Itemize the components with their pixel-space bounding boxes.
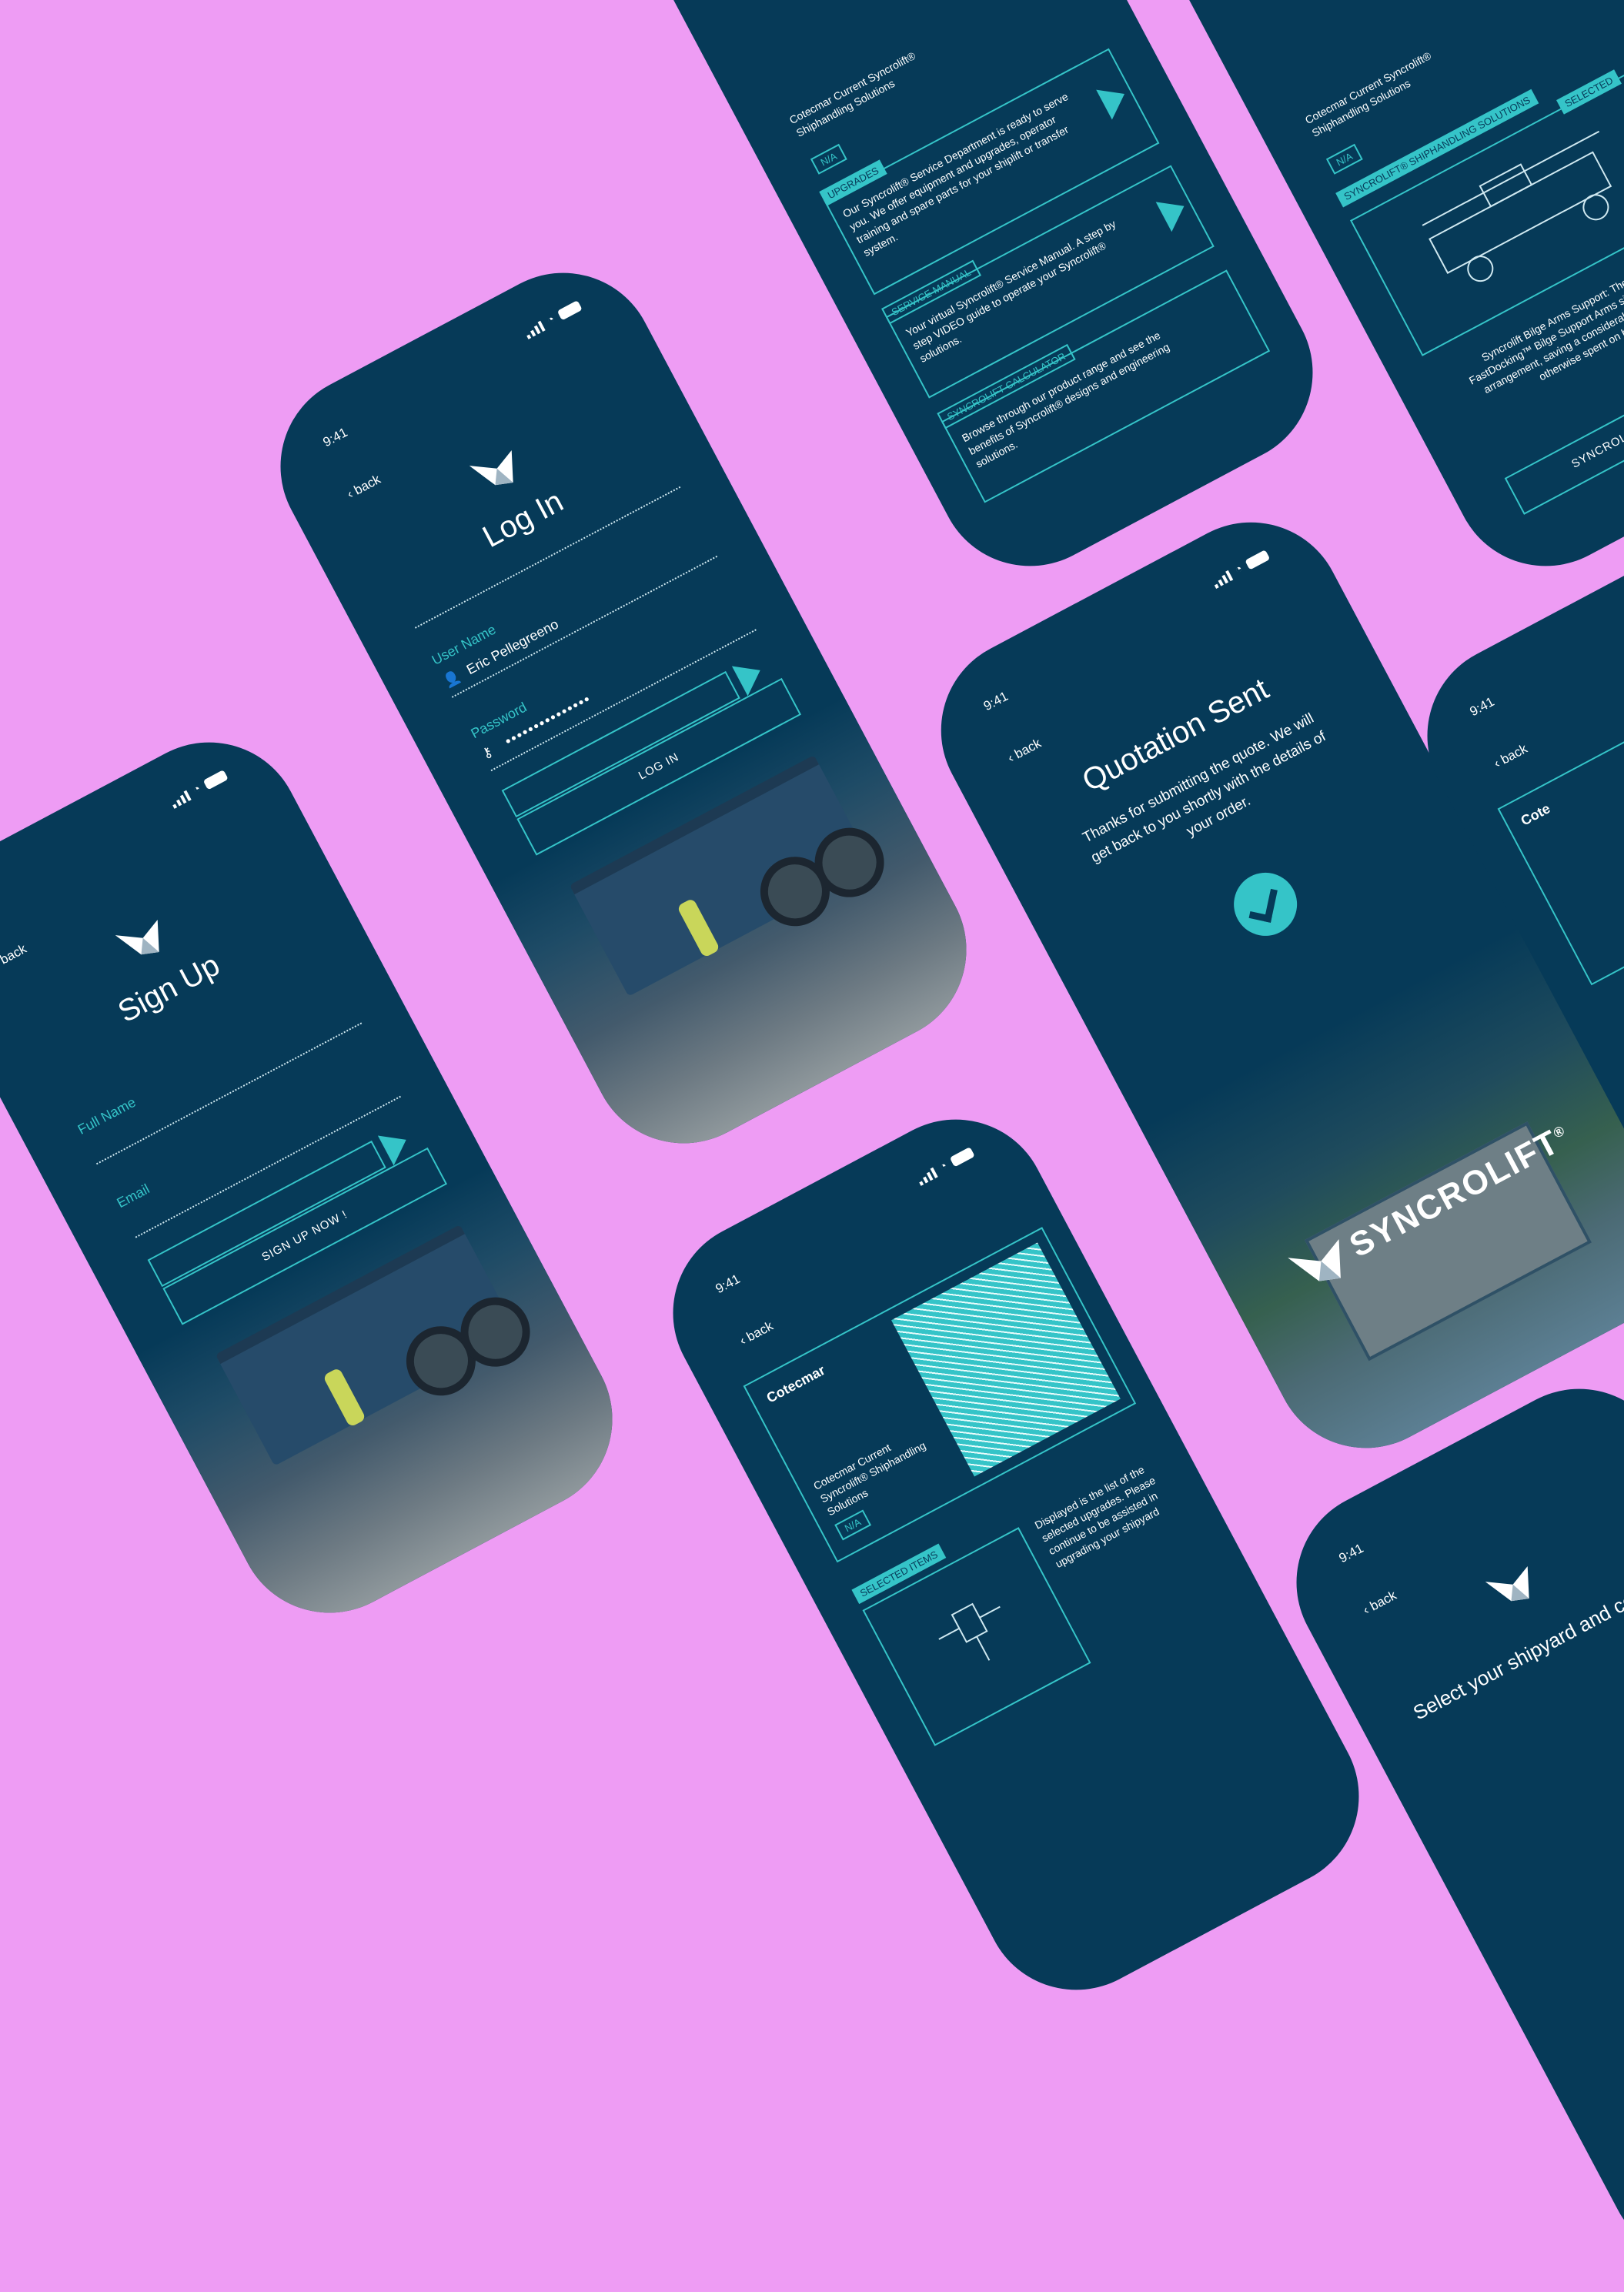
syncrolift-logo-icon	[1485, 1565, 1529, 1602]
back-button[interactable]: ‹ back	[737, 1318, 776, 1348]
status-time: 9:41	[1467, 693, 1497, 720]
user-icon: 👤	[440, 667, 463, 690]
back-button[interactable]: ‹ back	[1492, 741, 1530, 771]
back-button[interactable]: ‹ back	[1005, 736, 1044, 766]
signal-icon	[523, 319, 546, 339]
back-label: back	[0, 941, 29, 967]
email-label: Email	[114, 1181, 152, 1211]
status-icons: ◔	[1210, 548, 1271, 589]
battery-icon	[1245, 549, 1271, 570]
back-label: back	[743, 1318, 776, 1345]
battery-icon	[556, 299, 583, 321]
na-badge: N/A	[810, 143, 847, 175]
status-icons: ◔	[169, 768, 229, 809]
status-time: 9:41	[1336, 1540, 1366, 1566]
status-time: 9:41	[981, 688, 1011, 714]
signal-icon	[169, 789, 192, 809]
full-name-label: Full Name	[75, 1094, 139, 1138]
back-label: back	[1498, 740, 1530, 767]
back-button[interactable]: ‹ back	[0, 941, 29, 971]
status-time: 9:41	[320, 424, 350, 450]
back-button[interactable]: ‹ back	[345, 472, 383, 502]
wifi-icon: ◔	[190, 782, 203, 797]
syncrolift-logo-icon	[115, 919, 159, 955]
status-icons: ◔	[523, 299, 583, 339]
back-label: back	[1367, 1587, 1399, 1614]
page-title: Log In	[477, 484, 569, 555]
signal-icon	[915, 1166, 938, 1186]
battery-icon	[949, 1146, 975, 1168]
wifi-icon: ◔	[937, 1159, 950, 1174]
battery-icon	[202, 769, 229, 790]
full-name-field[interactable]	[95, 1022, 363, 1165]
wifi-icon: ◔	[1232, 562, 1245, 577]
selected-items-note: Displayed is the list of the selected up…	[1032, 1463, 1161, 1571]
status-time: 9:41	[713, 1271, 743, 1297]
status-icons: ◔	[915, 1145, 976, 1186]
back-label: back	[351, 471, 383, 498]
key-icon: ⚷	[479, 743, 496, 762]
na-badge: N/A	[1325, 143, 1363, 175]
back-label: back	[1012, 735, 1044, 762]
select-shipyard-text: Select your shipyard and costs in	[1409, 1566, 1624, 1725]
signal-icon	[1210, 569, 1233, 589]
current-solutions-text: Cotecmar Current Syncrolift® Shiphandlin…	[1302, 49, 1433, 139]
check-circle-icon	[1222, 861, 1308, 947]
current-solutions-text: Cotecmar Current Syncrolift® Shiphandlin…	[787, 49, 917, 139]
page-title: Sign Up	[112, 947, 226, 1030]
wifi-icon: ◔	[544, 312, 557, 328]
back-button[interactable]: ‹ back	[1361, 1588, 1399, 1618]
syncrolift-logo-icon	[469, 449, 513, 486]
